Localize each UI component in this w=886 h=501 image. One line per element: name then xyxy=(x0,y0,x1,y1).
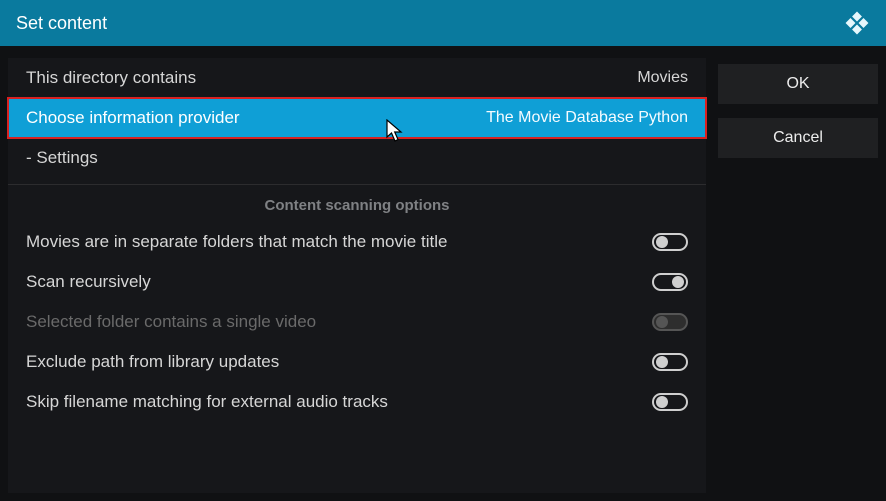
scan-recursively-label: Scan recursively xyxy=(26,272,151,292)
single-video-toggle xyxy=(652,313,688,331)
info-provider-row[interactable]: Choose information provider The Movie Da… xyxy=(8,98,706,138)
titlebar: Set content xyxy=(0,0,886,46)
kodi-logo-icon xyxy=(844,10,870,36)
scan-recursively-row[interactable]: Scan recursively xyxy=(8,262,706,302)
provider-settings-row[interactable]: - Settings xyxy=(8,138,706,178)
directory-contains-label: This directory contains xyxy=(26,68,196,88)
section-header: Content scanning options xyxy=(8,184,706,222)
directory-contains-row[interactable]: This directory contains Movies xyxy=(8,58,706,98)
exclude-library-row[interactable]: Exclude path from library updates xyxy=(8,342,706,382)
info-provider-label: Choose information provider xyxy=(26,108,240,128)
skip-filename-row[interactable]: Skip filename matching for external audi… xyxy=(8,382,706,422)
separate-folders-label: Movies are in separate folders that matc… xyxy=(26,232,447,252)
separate-folders-row[interactable]: Movies are in separate folders that matc… xyxy=(8,222,706,262)
exclude-library-label: Exclude path from library updates xyxy=(26,352,279,372)
info-provider-value: The Movie Database Python xyxy=(486,109,688,127)
directory-contains-value: Movies xyxy=(637,69,688,87)
titlebar-title: Set content xyxy=(16,13,107,34)
provider-settings-label: - Settings xyxy=(26,148,98,168)
cancel-button[interactable]: Cancel xyxy=(718,118,878,158)
skip-filename-label: Skip filename matching for external audi… xyxy=(26,392,388,412)
scan-recursively-toggle[interactable] xyxy=(652,273,688,291)
single-video-row: Selected folder contains a single video xyxy=(8,302,706,342)
set-content-dialog: Set content This directory contains Movi… xyxy=(0,0,886,501)
dialog-body: This directory contains Movies Choose in… xyxy=(0,46,886,501)
ok-button[interactable]: OK xyxy=(718,64,878,104)
separate-folders-toggle[interactable] xyxy=(652,233,688,251)
skip-filename-toggle[interactable] xyxy=(652,393,688,411)
side-buttons: OK Cancel xyxy=(718,58,878,493)
single-video-label: Selected folder contains a single video xyxy=(26,312,316,332)
settings-panel: This directory contains Movies Choose in… xyxy=(8,58,706,493)
exclude-library-toggle[interactable] xyxy=(652,353,688,371)
